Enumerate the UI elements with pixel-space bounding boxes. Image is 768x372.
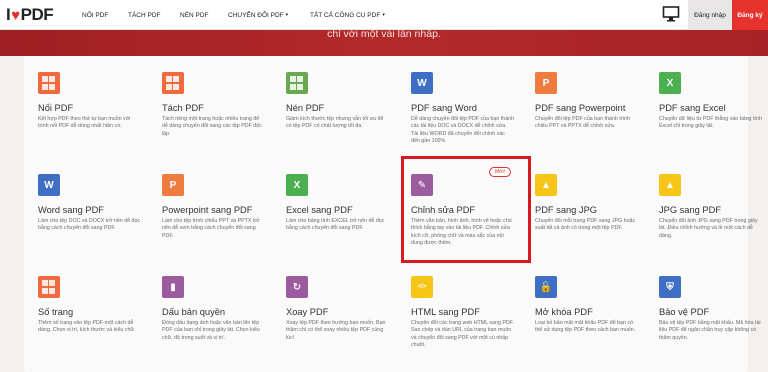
- powerpoint-icon: P: [162, 174, 184, 196]
- chevron-down-icon: ▾: [285, 12, 289, 18]
- stamp-icon: ▮: [162, 276, 184, 298]
- tool-card[interactable]: 🔓 Mở khóa PDF Loại bỏ bảo mật mật khẩu PDF…: [523, 262, 647, 366]
- tool-card[interactable]: ↻ Xoay PDF Xoay tệp PDF theo hướng bạn muố…: [274, 262, 398, 366]
- tool-description: Làm cho bảng tính EXCEL trở nên dễ đọc b…: [286, 218, 385, 232]
- tool-card[interactable]: ⛨ Bảo vệ PDF Bảo vệ tệp PDF bằng mật khẩu.…: [647, 262, 768, 366]
- tool-card[interactable]: Số trang Thêm số trang vào tệp PDF một cá…: [26, 262, 150, 366]
- highlight-box: [401, 156, 531, 263]
- heart-icon: ♥: [11, 6, 20, 24]
- monitor-icon[interactable]: [662, 5, 680, 23]
- top-navbar: I ♥ PDF NỐI PDF TÁCH PDF NÉN PDF CHUYỂN …: [0, 0, 768, 30]
- tool-card[interactable]: Nén PDF Giảm kích thước tệp nhưng vẫn tối…: [274, 58, 398, 162]
- image-icon: ▲: [535, 174, 557, 196]
- tool-description: Xoay tệp PDF theo hướng bạn muốn. Bạn th…: [286, 320, 386, 341]
- ilovepdf-logo[interactable]: I ♥ PDF: [6, 4, 54, 26]
- excel-icon: X: [286, 174, 308, 196]
- hero-subtitle: chỉ với một vài lần nhấp.: [327, 28, 441, 40]
- tool-description: Chuyển đổi tệp PDF của bạn thành trình c…: [535, 116, 630, 130]
- tool-description: Đóng dấu dạng ảnh hoặc văn bản lên tệp P…: [162, 320, 260, 341]
- tool-description: Làm cho tệp DOC và DOCX trở nên dễ đọc b…: [38, 218, 141, 232]
- signup-button[interactable]: Đăng ký: [732, 0, 768, 30]
- tool-title: Số trang: [38, 307, 74, 317]
- rotate-icon: ↻: [286, 276, 308, 298]
- login-button[interactable]: Đăng nhập: [688, 0, 732, 30]
- tool-description: Chuyển dữ liệu từ PDF thẳng vào bảng tín…: [659, 116, 762, 130]
- hero-banner: chỉ với một vài lần nhấp.: [0, 28, 768, 56]
- excel-icon: X: [659, 72, 681, 94]
- tool-title: HTML sang PDF: [411, 307, 480, 317]
- tool-description: Tách riêng một trang hoặc nhiều trang để…: [162, 116, 262, 137]
- word-icon: W: [411, 72, 433, 94]
- logo-letter: I: [6, 5, 11, 24]
- chevron-down-icon: ▾: [382, 12, 385, 18]
- tool-title: Excel sang PDF: [286, 205, 353, 215]
- tool-title: PDF sang JPG: [535, 205, 598, 215]
- image-icon: ▲: [659, 174, 681, 196]
- nav-all-tools[interactable]: TẤT CẢ CÔNG CỤ PDF ▾: [310, 0, 385, 30]
- tool-description: Làm cho tệp trình chiếu PPT và PPTX trở …: [162, 218, 260, 239]
- compress-icon: [286, 72, 308, 94]
- tool-title: Nối PDF: [38, 103, 74, 113]
- tool-description: Kết hợp PDF theo thứ tự bạn muốn với trì…: [38, 116, 131, 130]
- html-icon: </>: [411, 276, 433, 298]
- tool-title: Powerpoint sang PDF: [162, 205, 253, 215]
- tool-card[interactable]: </> HTML sang PDF Chuyển đổi các trang web…: [399, 262, 523, 366]
- tool-title: Nén PDF: [286, 103, 325, 113]
- word-icon: W: [38, 174, 60, 196]
- unlock-icon: 🔓: [535, 276, 557, 298]
- tool-description: Chuyển đổi ảnh JPG sang PDF trong giây l…: [659, 218, 758, 239]
- shield-icon: ⛨: [659, 276, 681, 298]
- tool-title: PDF sang Word: [411, 103, 477, 113]
- tool-title: Bảo vệ PDF: [659, 307, 710, 317]
- tool-title: Word sang PDF: [38, 205, 104, 215]
- tool-card[interactable]: W Word sang PDF Làm cho tệp DOC và DOCX tr…: [26, 160, 150, 264]
- tool-title: Xoay PDF: [286, 307, 329, 317]
- tool-title: Tách PDF: [162, 103, 204, 113]
- tool-title: Mở khóa PDF: [535, 307, 593, 317]
- tool-card[interactable]: P PDF sang Powerpoint Chuyển đổi tệp PDF c…: [523, 58, 647, 162]
- tool-description: Thêm số trang vào tệp PDF một cách dễ dà…: [38, 320, 136, 334]
- nav-compress[interactable]: NÉN PDF: [180, 0, 209, 30]
- tool-description: Dễ dàng chuyển đổi tệp PDF của bạn thành…: [411, 116, 515, 144]
- tool-title: Dấu bản quyền: [162, 307, 226, 317]
- nav-split[interactable]: TÁCH PDF: [128, 0, 161, 30]
- page-numbers-icon: [38, 276, 60, 298]
- powerpoint-icon: P: [535, 72, 557, 94]
- nav-convert[interactable]: CHUYỂN ĐỔI PDF ▾: [228, 0, 288, 30]
- tool-card[interactable]: Tách PDF Tách riêng một trang hoặc nhiều …: [150, 58, 274, 162]
- tool-card[interactable]: ▮ Dấu bản quyền Đóng dấu dạng ảnh hoặc văn…: [150, 262, 274, 366]
- nav-merge[interactable]: NỐI PDF: [82, 0, 108, 30]
- tool-title: PDF sang Powerpoint: [535, 103, 626, 113]
- tool-description: Chuyển đổi mỗi trang PDF sang JPG hoặc x…: [535, 218, 636, 232]
- tool-card[interactable]: ▲ PDF sang JPG Chuyển đổi mỗi trang PDF sa…: [523, 160, 647, 264]
- logo-text: PDF: [20, 5, 54, 24]
- tool-title: PDF sang Excel: [659, 103, 726, 113]
- tool-card[interactable]: P Powerpoint sang PDF Làm cho tệp trình ch…: [150, 160, 274, 264]
- split-icon: [162, 72, 184, 94]
- tool-card[interactable]: X Excel sang PDF Làm cho bảng tính EXCEL t…: [274, 160, 398, 264]
- tool-description: Chuyển đổi các trang web HTML sang PDF. …: [411, 320, 514, 348]
- tool-description: Giảm kích thước tệp nhưng vẫn tối ưu để …: [286, 116, 384, 130]
- tool-description: Loại bỏ bảo mật mật khẩu PDF để bạn có t…: [535, 320, 636, 334]
- tool-card[interactable]: X PDF sang Excel Chuyển dữ liệu từ PDF thẳ…: [647, 58, 768, 162]
- tool-card[interactable]: W PDF sang Word Dễ dàng chuyển đổi tệp PDF…: [399, 58, 523, 162]
- merge-icon: [38, 72, 60, 94]
- tool-card[interactable]: Nối PDF Kết hợp PDF theo thứ tự bạn muốn …: [26, 58, 150, 162]
- tool-title: JPG sang PDF: [659, 205, 722, 215]
- tool-card[interactable]: ▲ JPG sang PDF Chuyển đổi ảnh JPG sang PDF…: [647, 160, 768, 264]
- tool-description: Bảo vệ tệp PDF bằng mật khẩu. Mã hóa tài…: [659, 320, 761, 341]
